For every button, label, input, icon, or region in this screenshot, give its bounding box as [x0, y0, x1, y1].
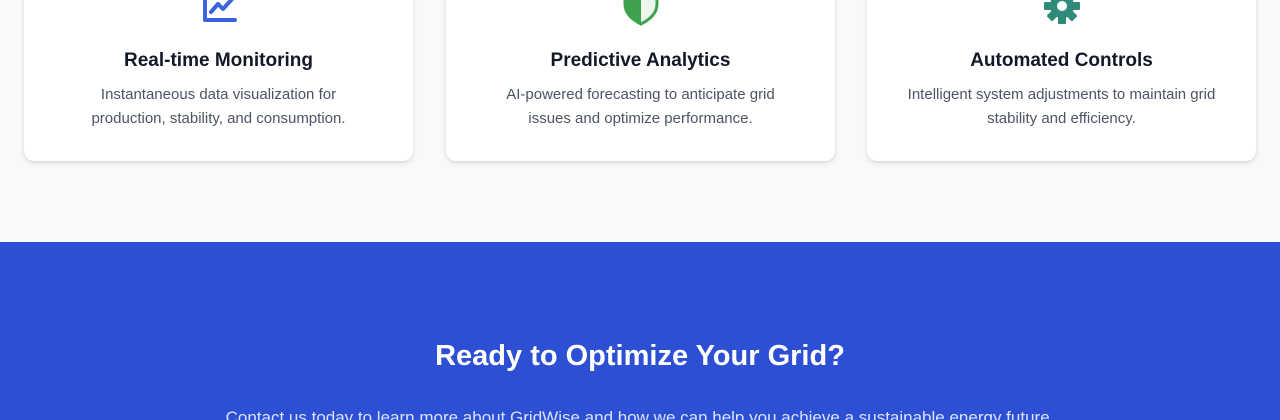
features-section: Real-time Monitoring Instantaneous data … — [0, 0, 1280, 242]
feature-description: AI-powered forecasting to anticipate gri… — [506, 86, 775, 127]
feature-card-controls: Automated Controls Intelligent system ad… — [867, 0, 1256, 161]
feature-title: Real-time Monitoring — [124, 50, 313, 71]
cta-section: Ready to Optimize Your Grid? Contact us … — [0, 242, 1280, 420]
feature-card-monitoring: Real-time Monitoring Instantaneous data … — [24, 0, 413, 161]
shield-icon — [621, 0, 661, 26]
cta-title: Ready to Optimize Your Grid? — [435, 340, 845, 372]
feature-description: Instantaneous data visualization for pro… — [91, 86, 346, 127]
feature-card-analytics: Predictive Analytics AI-powered forecast… — [446, 0, 835, 161]
feature-description: Intelligent system adjustments to mainta… — [907, 86, 1216, 127]
feature-title: Predictive Analytics — [550, 50, 731, 71]
gear-icon — [1042, 0, 1082, 26]
cta-text: Contact us today to learn more about Gri… — [225, 408, 1055, 420]
feature-title: Automated Controls — [970, 50, 1153, 71]
chart-line-icon — [199, 0, 239, 26]
